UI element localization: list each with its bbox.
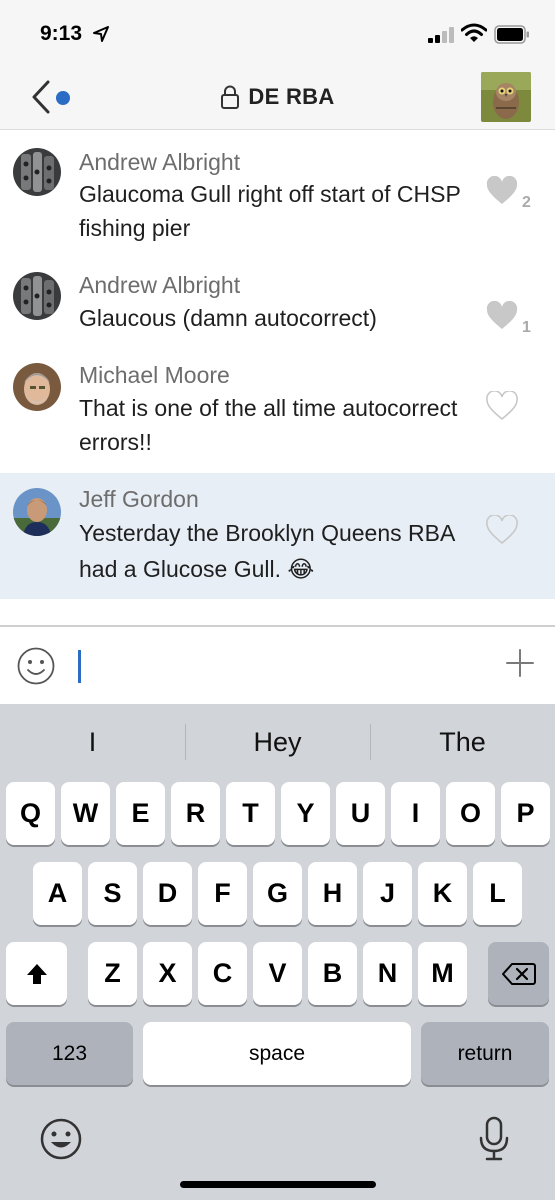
key-i[interactable]: I — [391, 782, 440, 845]
message-composer — [0, 628, 555, 704]
key-d[interactable]: D — [143, 862, 192, 925]
key-f[interactable]: F — [198, 862, 247, 925]
key-x[interactable]: X — [143, 942, 192, 1005]
key-k[interactable]: K — [418, 862, 467, 925]
message-author: Andrew Albright — [79, 149, 241, 175]
group-avatar[interactable] — [481, 72, 531, 122]
heart-outline-icon — [486, 514, 518, 545]
location-arrow-icon — [93, 26, 109, 42]
avatar[interactable] — [13, 488, 61, 536]
chat-title-bar[interactable]: DE RBA — [0, 84, 555, 114]
message-text: Yesterday the Brooklyn Queens RBA had a … — [79, 520, 455, 582]
message-item[interactable]: Andrew Albright Glaucoma Gull right off … — [0, 131, 555, 255]
numbers-key[interactable]: 123 — [6, 1022, 133, 1085]
lock-icon — [221, 85, 240, 109]
home-indicator[interactable] — [180, 1181, 376, 1188]
suggestion-item[interactable]: I — [0, 704, 185, 780]
message-text: Glaucous (damn autocorrect) — [79, 305, 377, 331]
message-input[interactable] — [74, 642, 484, 690]
emoji-keyboard-icon[interactable] — [38, 1116, 84, 1162]
key-c[interactable]: C — [198, 942, 247, 1005]
message-list[interactable]: Andrew Albright Glaucoma Gull right off … — [0, 131, 555, 627]
chat-header: DE RBA — [0, 64, 555, 130]
message-item[interactable]: Michael Moore That is one of the all tim… — [0, 345, 555, 473]
key-q[interactable]: Q — [6, 782, 55, 845]
person-photo-icon — [13, 363, 61, 411]
message-item[interactable]: Jeff Gordon Yesterday the Brooklyn Queen… — [0, 473, 555, 599]
shift-arrow-icon — [26, 963, 47, 984]
suggestion-item[interactable]: Hey — [185, 704, 370, 780]
plus-icon[interactable] — [503, 646, 537, 680]
shift-key[interactable] — [6, 942, 67, 1005]
key-t[interactable]: T — [226, 782, 275, 845]
key-n[interactable]: N — [363, 942, 412, 1005]
delete-key[interactable] — [488, 942, 549, 1005]
microphone-icon[interactable] — [478, 1116, 510, 1162]
suggestion-item[interactable]: The — [370, 704, 555, 780]
avatar[interactable] — [13, 272, 61, 320]
key-v[interactable]: V — [253, 942, 302, 1005]
person-photo-icon — [13, 488, 61, 536]
key-u[interactable]: U — [336, 782, 385, 845]
key-j[interactable]: J — [363, 862, 412, 925]
key-a[interactable]: A — [33, 862, 82, 925]
like-button[interactable]: 2 — [486, 175, 536, 216]
message-text: Glaucoma Gull right off start of CHSP fi… — [79, 181, 461, 241]
key-s[interactable]: S — [88, 862, 137, 925]
message-author: Andrew Albright — [79, 272, 241, 298]
onscreen-keyboard: I Hey The Q W E R T Y U I O P A S D F G … — [0, 704, 555, 1200]
key-z[interactable]: Z — [88, 942, 137, 1005]
key-h[interactable]: H — [308, 862, 357, 925]
key-y[interactable]: Y — [281, 782, 330, 845]
key-p[interactable]: P — [501, 782, 550, 845]
like-count: 2 — [522, 194, 531, 211]
return-key[interactable]: return — [421, 1022, 549, 1085]
status-time: 9:13 — [40, 22, 83, 45]
reel-photo-icon — [13, 148, 61, 196]
like-button[interactable]: 1 — [486, 300, 536, 341]
status-bar: 9:13 — [0, 0, 555, 64]
heart-filled-icon — [486, 175, 518, 204]
battery-icon — [494, 25, 529, 44]
reel-photo-icon — [13, 272, 61, 320]
key-l[interactable]: L — [473, 862, 522, 925]
key-r[interactable]: R — [171, 782, 220, 845]
key-b[interactable]: B — [308, 942, 357, 1005]
cellular-signal-icon — [428, 27, 454, 43]
key-w[interactable]: W — [61, 782, 110, 845]
message-item[interactable]: Andrew Albright Glaucous (damn autocorre… — [0, 255, 555, 345]
wifi-icon — [461, 23, 487, 42]
chat-title: DE RBA — [248, 84, 335, 109]
text-cursor — [78, 650, 81, 683]
like-count: 1 — [522, 319, 531, 336]
key-m[interactable]: M — [418, 942, 467, 1005]
message-text: That is one of the all time autocorrect … — [79, 395, 458, 455]
space-key[interactable]: space — [143, 1022, 411, 1085]
key-o[interactable]: O — [446, 782, 495, 845]
smiley-face-icon[interactable] — [16, 646, 56, 686]
heart-filled-icon — [486, 300, 518, 329]
key-g[interactable]: G — [253, 862, 302, 925]
owl-photo-icon — [481, 72, 531, 122]
heart-outline-icon — [486, 390, 518, 421]
key-e[interactable]: E — [116, 782, 165, 845]
message-author: Michael Moore — [79, 362, 230, 388]
backspace-icon — [501, 962, 536, 985]
like-button[interactable] — [486, 514, 536, 555]
like-button[interactable] — [486, 390, 536, 431]
avatar[interactable] — [13, 363, 61, 411]
message-author: Jeff Gordon — [79, 486, 199, 512]
avatar[interactable] — [13, 148, 61, 196]
predictive-bar: I Hey The — [0, 704, 555, 780]
